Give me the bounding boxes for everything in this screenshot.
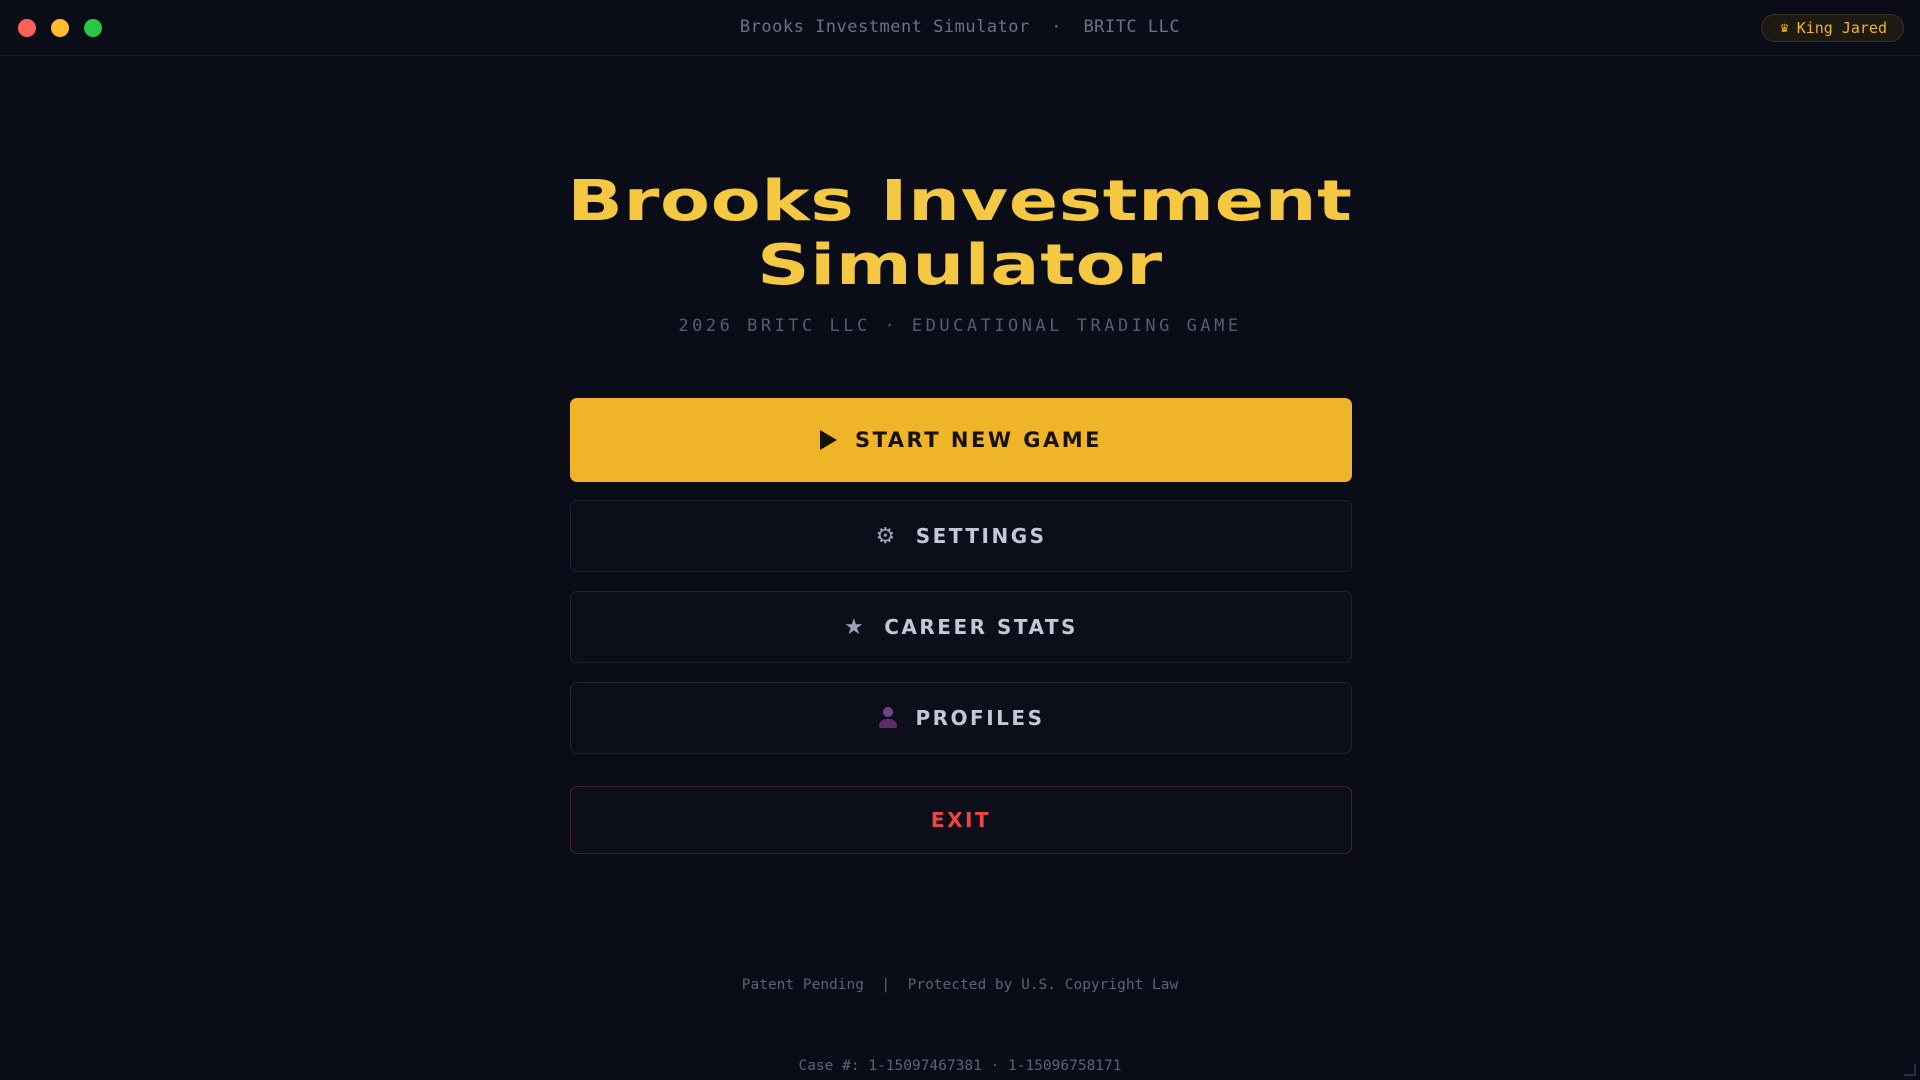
settings-button[interactable]: ⚙ SETTINGS bbox=[570, 500, 1352, 572]
game-title-line2: Simulator bbox=[757, 233, 1163, 298]
game-title: Brooks Investment Simulator bbox=[310, 170, 1610, 298]
career-stats-label: CAREER STATS bbox=[884, 615, 1078, 639]
start-new-game-label: START NEW GAME bbox=[854, 428, 1103, 452]
legal-footer: Patent Pending | Protected by U.S. Copyr… bbox=[0, 918, 1920, 1080]
career-stats-button[interactable]: ★ CAREER STATS bbox=[570, 591, 1352, 663]
play-icon bbox=[819, 430, 837, 450]
start-new-game-button[interactable]: START NEW GAME bbox=[570, 398, 1352, 482]
exit-button[interactable]: EXIT bbox=[570, 786, 1352, 854]
person-icon bbox=[878, 707, 898, 729]
profiles-label: PROFILES bbox=[915, 706, 1045, 730]
window-title: Brooks Investment Simulator · BRITC LLC bbox=[739, 17, 1181, 37]
legal-notice: Patent Pending | Protected by U.S. Copyr… bbox=[741, 977, 1179, 993]
profiles-button[interactable]: PROFILES bbox=[570, 682, 1352, 754]
star-icon: ★ bbox=[844, 614, 867, 640]
game-subtitle: 2026 BRITC LLC · EDUCATIONAL TRADING GAM… bbox=[678, 316, 1242, 336]
exit-label: EXIT bbox=[930, 808, 992, 832]
user-name: King Jared bbox=[1796, 19, 1887, 37]
game-title-line1: Brooks Investment bbox=[567, 169, 1353, 234]
settings-label: SETTINGS bbox=[915, 524, 1047, 548]
gear-icon: ⚙ bbox=[875, 523, 898, 549]
case-numbers: Case #: 1-15097467381 · 1-15096758171 bbox=[798, 1058, 1122, 1074]
app-window: Brooks Investment Simulator · BRITC LLC … bbox=[0, 0, 1920, 1080]
title-bar: Brooks Investment Simulator · BRITC LLC … bbox=[0, 0, 1920, 56]
resize-grip-icon[interactable] bbox=[1904, 1064, 1916, 1076]
crown-icon: ♛ bbox=[1780, 20, 1789, 36]
user-badge[interactable]: ♛ King Jared bbox=[1761, 14, 1904, 42]
